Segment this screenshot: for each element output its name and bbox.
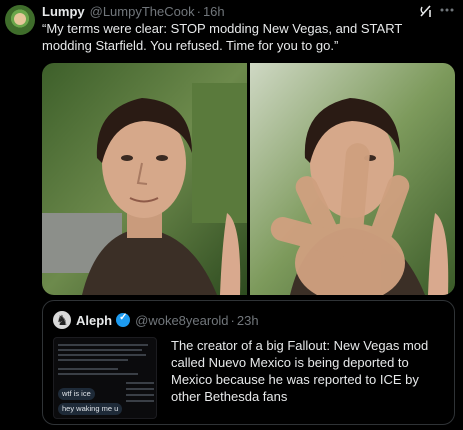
- photo-left[interactable]: [42, 63, 247, 295]
- portrait-hand-photo: [250, 63, 455, 295]
- tweet[interactable]: Lumpy @LumpyTheCook · 16h “My terms were…: [0, 0, 463, 430]
- author-avatar[interactable]: [5, 5, 35, 35]
- author-handle[interactable]: @LumpyTheCook: [90, 4, 195, 19]
- chat-bubble: wtf is ice: [58, 388, 95, 400]
- separator-dot: ·: [196, 3, 201, 19]
- text-line: [58, 349, 142, 351]
- text-line: [58, 354, 146, 356]
- text-line: [58, 359, 128, 361]
- tweet-text: “My terms were clear: STOP modding New V…: [42, 21, 403, 53]
- photo-right[interactable]: [250, 63, 455, 295]
- text-line: [126, 400, 154, 402]
- quote-author-handle[interactable]: @woke8yearold: [135, 313, 228, 328]
- chat-bubble: hey waking me u: [58, 403, 123, 415]
- portrait-photo: [42, 63, 247, 295]
- grok-icon[interactable]: [418, 3, 434, 19]
- verified-badge-icon: [116, 312, 131, 327]
- quote-timestamp[interactable]: 23h: [237, 313, 259, 328]
- text-line: [58, 373, 138, 375]
- tweet-media[interactable]: [42, 63, 455, 295]
- quote-text: The creator of a big Fallout: New Vegas …: [171, 338, 429, 404]
- more-options-icon[interactable]: [438, 2, 456, 18]
- timestamp[interactable]: 16h: [203, 4, 225, 19]
- text-line: [58, 368, 118, 370]
- text-line: [58, 344, 148, 346]
- tweet-header: Lumpy @LumpyTheCook · 16h: [42, 2, 225, 20]
- author-name[interactable]: Lumpy: [42, 4, 85, 19]
- text-line: [126, 382, 154, 384]
- quote-media-thumbnail[interactable]: wtf is ice hey waking me u: [53, 337, 157, 419]
- text-line: [126, 388, 154, 390]
- quote-header: Aleph @woke8yearold · 23h: [76, 310, 259, 330]
- quoted-tweet[interactable]: Aleph @woke8yearold · 23h wtf is ice hey…: [42, 300, 455, 425]
- text-line: [126, 394, 154, 396]
- quote-author-avatar[interactable]: [53, 311, 71, 329]
- separator-dot: ·: [230, 312, 235, 328]
- quote-author-name[interactable]: Aleph: [76, 313, 112, 328]
